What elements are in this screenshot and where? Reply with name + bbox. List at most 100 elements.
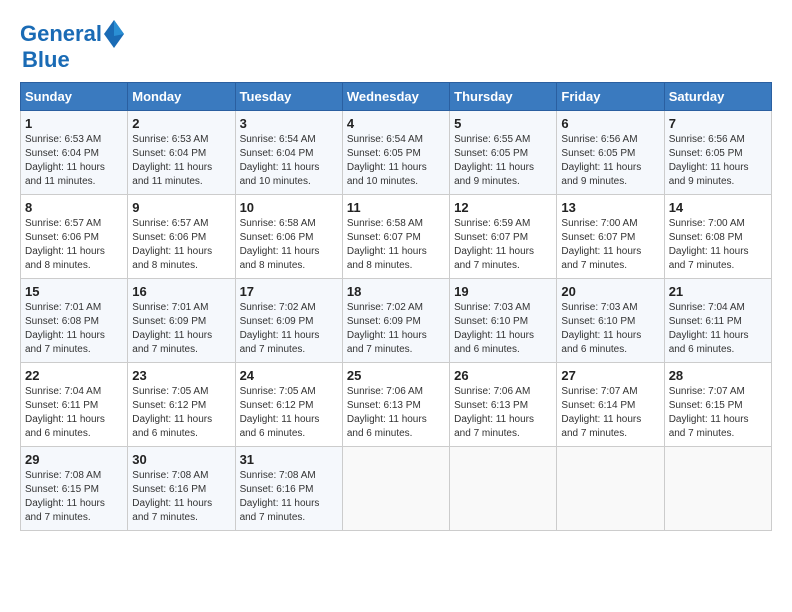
day-number: 2 (132, 116, 230, 131)
weekday-header-thursday: Thursday (450, 83, 557, 111)
day-number: 20 (561, 284, 659, 299)
calendar-cell: 26 Sunrise: 7:06 AM Sunset: 6:13 PM Dayli… (450, 363, 557, 447)
logo-text: General (20, 22, 102, 46)
calendar-cell: 20 Sunrise: 7:03 AM Sunset: 6:10 PM Dayli… (557, 279, 664, 363)
day-info: Sunrise: 7:07 AM Sunset: 6:15 PM Dayligh… (669, 385, 767, 441)
header: General Blue (20, 20, 772, 72)
day-info: Sunrise: 7:06 AM Sunset: 6:13 PM Dayligh… (347, 385, 445, 441)
day-number: 15 (25, 284, 123, 299)
logo-icon (104, 20, 124, 48)
day-info: Sunrise: 6:59 AM Sunset: 6:07 PM Dayligh… (454, 217, 552, 273)
calendar-cell: 24 Sunrise: 7:05 AM Sunset: 6:12 PM Dayli… (235, 363, 342, 447)
day-info: Sunrise: 6:53 AM Sunset: 6:04 PM Dayligh… (132, 133, 230, 189)
day-info: Sunrise: 7:03 AM Sunset: 6:10 PM Dayligh… (561, 301, 659, 357)
day-info: Sunrise: 7:08 AM Sunset: 6:16 PM Dayligh… (132, 469, 230, 525)
day-number: 9 (132, 200, 230, 215)
day-info: Sunrise: 6:55 AM Sunset: 6:05 PM Dayligh… (454, 133, 552, 189)
calendar-cell: 8 Sunrise: 6:57 AM Sunset: 6:06 PM Daylig… (21, 195, 128, 279)
day-number: 11 (347, 200, 445, 215)
day-number: 8 (25, 200, 123, 215)
day-info: Sunrise: 6:54 AM Sunset: 6:05 PM Dayligh… (347, 133, 445, 189)
calendar-cell: 27 Sunrise: 7:07 AM Sunset: 6:14 PM Dayli… (557, 363, 664, 447)
day-number: 27 (561, 368, 659, 383)
day-info: Sunrise: 6:58 AM Sunset: 6:07 PM Dayligh… (347, 217, 445, 273)
day-info: Sunrise: 7:04 AM Sunset: 6:11 PM Dayligh… (25, 385, 123, 441)
calendar-cell (342, 447, 449, 531)
day-number: 14 (669, 200, 767, 215)
day-info: Sunrise: 6:58 AM Sunset: 6:06 PM Dayligh… (240, 217, 338, 273)
calendar-cell: 15 Sunrise: 7:01 AM Sunset: 6:08 PM Dayli… (21, 279, 128, 363)
day-number: 17 (240, 284, 338, 299)
calendar-cell: 22 Sunrise: 7:04 AM Sunset: 6:11 PM Dayli… (21, 363, 128, 447)
day-info: Sunrise: 7:00 AM Sunset: 6:08 PM Dayligh… (669, 217, 767, 273)
day-number: 26 (454, 368, 552, 383)
calendar-cell: 12Sunrise: 6:59 AM Sunset: 6:07 PM Dayli… (450, 195, 557, 279)
day-info: Sunrise: 7:05 AM Sunset: 6:12 PM Dayligh… (240, 385, 338, 441)
calendar-cell: 31Sunrise: 7:08 AM Sunset: 6:16 PM Dayli… (235, 447, 342, 531)
calendar-cell (450, 447, 557, 531)
calendar-cell (557, 447, 664, 531)
day-number: 30 (132, 452, 230, 467)
weekday-header-monday: Monday (128, 83, 235, 111)
weekday-header-saturday: Saturday (664, 83, 771, 111)
calendar-cell: 10Sunrise: 6:58 AM Sunset: 6:06 PM Dayli… (235, 195, 342, 279)
calendar-cell: 4 Sunrise: 6:54 AM Sunset: 6:05 PM Daylig… (342, 111, 449, 195)
calendar-cell: 11 Sunrise: 6:58 AM Sunset: 6:07 PM Dayli… (342, 195, 449, 279)
day-number: 22 (25, 368, 123, 383)
weekday-header-wednesday: Wednesday (342, 83, 449, 111)
calendar-cell: 28Sunrise: 7:07 AM Sunset: 6:15 PM Dayli… (664, 363, 771, 447)
day-info: Sunrise: 7:01 AM Sunset: 6:08 PM Dayligh… (25, 301, 123, 357)
day-number: 7 (669, 116, 767, 131)
calendar-cell: 5 Sunrise: 6:55 AM Sunset: 6:05 PM Daylig… (450, 111, 557, 195)
day-info: Sunrise: 7:01 AM Sunset: 6:09 PM Dayligh… (132, 301, 230, 357)
day-number: 4 (347, 116, 445, 131)
day-number: 21 (669, 284, 767, 299)
day-info: Sunrise: 7:07 AM Sunset: 6:14 PM Dayligh… (561, 385, 659, 441)
day-number: 13 (561, 200, 659, 215)
day-info: Sunrise: 6:56 AM Sunset: 6:05 PM Dayligh… (561, 133, 659, 189)
day-number: 24 (240, 368, 338, 383)
day-number: 3 (240, 116, 338, 131)
weekday-header-sunday: Sunday (21, 83, 128, 111)
day-info: Sunrise: 7:03 AM Sunset: 6:10 PM Dayligh… (454, 301, 552, 357)
day-info: Sunrise: 7:04 AM Sunset: 6:11 PM Dayligh… (669, 301, 767, 357)
day-info: Sunrise: 7:06 AM Sunset: 6:13 PM Dayligh… (454, 385, 552, 441)
calendar-cell: 2 Sunrise: 6:53 AM Sunset: 6:04 PM Daylig… (128, 111, 235, 195)
calendar-cell: 14 Sunrise: 7:00 AM Sunset: 6:08 PM Dayli… (664, 195, 771, 279)
weekday-header-tuesday: Tuesday (235, 83, 342, 111)
day-number: 18 (347, 284, 445, 299)
calendar-cell: 6 Sunrise: 6:56 AM Sunset: 6:05 PM Daylig… (557, 111, 664, 195)
day-info: Sunrise: 6:56 AM Sunset: 6:05 PM Dayligh… (669, 133, 767, 189)
day-info: Sunrise: 6:54 AM Sunset: 6:04 PM Dayligh… (240, 133, 338, 189)
day-info: Sunrise: 7:02 AM Sunset: 6:09 PM Dayligh… (347, 301, 445, 357)
logo-blue: Blue (22, 48, 126, 72)
calendar-cell: 16 Sunrise: 7:01 AM Sunset: 6:09 PM Dayli… (128, 279, 235, 363)
calendar-cell: 29 Sunrise: 7:08 AM Sunset: 6:15 PM Dayli… (21, 447, 128, 531)
day-number: 16 (132, 284, 230, 299)
calendar-cell: 17 Sunrise: 7:02 AM Sunset: 6:09 PM Dayli… (235, 279, 342, 363)
day-info: Sunrise: 7:08 AM Sunset: 6:15 PM Dayligh… (25, 469, 123, 525)
day-number: 25 (347, 368, 445, 383)
day-info: Sunrise: 6:53 AM Sunset: 6:04 PM Dayligh… (25, 133, 123, 189)
day-number: 6 (561, 116, 659, 131)
calendar-cell: 7 Sunrise: 6:56 AM Sunset: 6:05 PM Daylig… (664, 111, 771, 195)
day-number: 31 (240, 452, 338, 467)
day-number: 19 (454, 284, 552, 299)
calendar-cell: 13 Sunrise: 7:00 AM Sunset: 6:07 PM Dayli… (557, 195, 664, 279)
day-info: Sunrise: 7:02 AM Sunset: 6:09 PM Dayligh… (240, 301, 338, 357)
logo: General Blue (20, 20, 126, 72)
day-info: Sunrise: 6:57 AM Sunset: 6:06 PM Dayligh… (25, 217, 123, 273)
day-number: 29 (25, 452, 123, 467)
calendar-cell: 3 Sunrise: 6:54 AM Sunset: 6:04 PM Daylig… (235, 111, 342, 195)
weekday-header-friday: Friday (557, 83, 664, 111)
day-info: Sunrise: 7:00 AM Sunset: 6:07 PM Dayligh… (561, 217, 659, 273)
day-number: 1 (25, 116, 123, 131)
calendar-cell: 21 Sunrise: 7:04 AM Sunset: 6:11 PM Dayli… (664, 279, 771, 363)
calendar: SundayMondayTuesdayWednesdayThursdayFrid… (20, 82, 772, 531)
calendar-cell: 19 Sunrise: 7:03 AM Sunset: 6:10 PM Dayli… (450, 279, 557, 363)
calendar-cell: 18 Sunrise: 7:02 AM Sunset: 6:09 PM Dayli… (342, 279, 449, 363)
calendar-cell (664, 447, 771, 531)
calendar-cell: 23Sunrise: 7:05 AM Sunset: 6:12 PM Dayli… (128, 363, 235, 447)
day-number: 23 (132, 368, 230, 383)
day-number: 5 (454, 116, 552, 131)
